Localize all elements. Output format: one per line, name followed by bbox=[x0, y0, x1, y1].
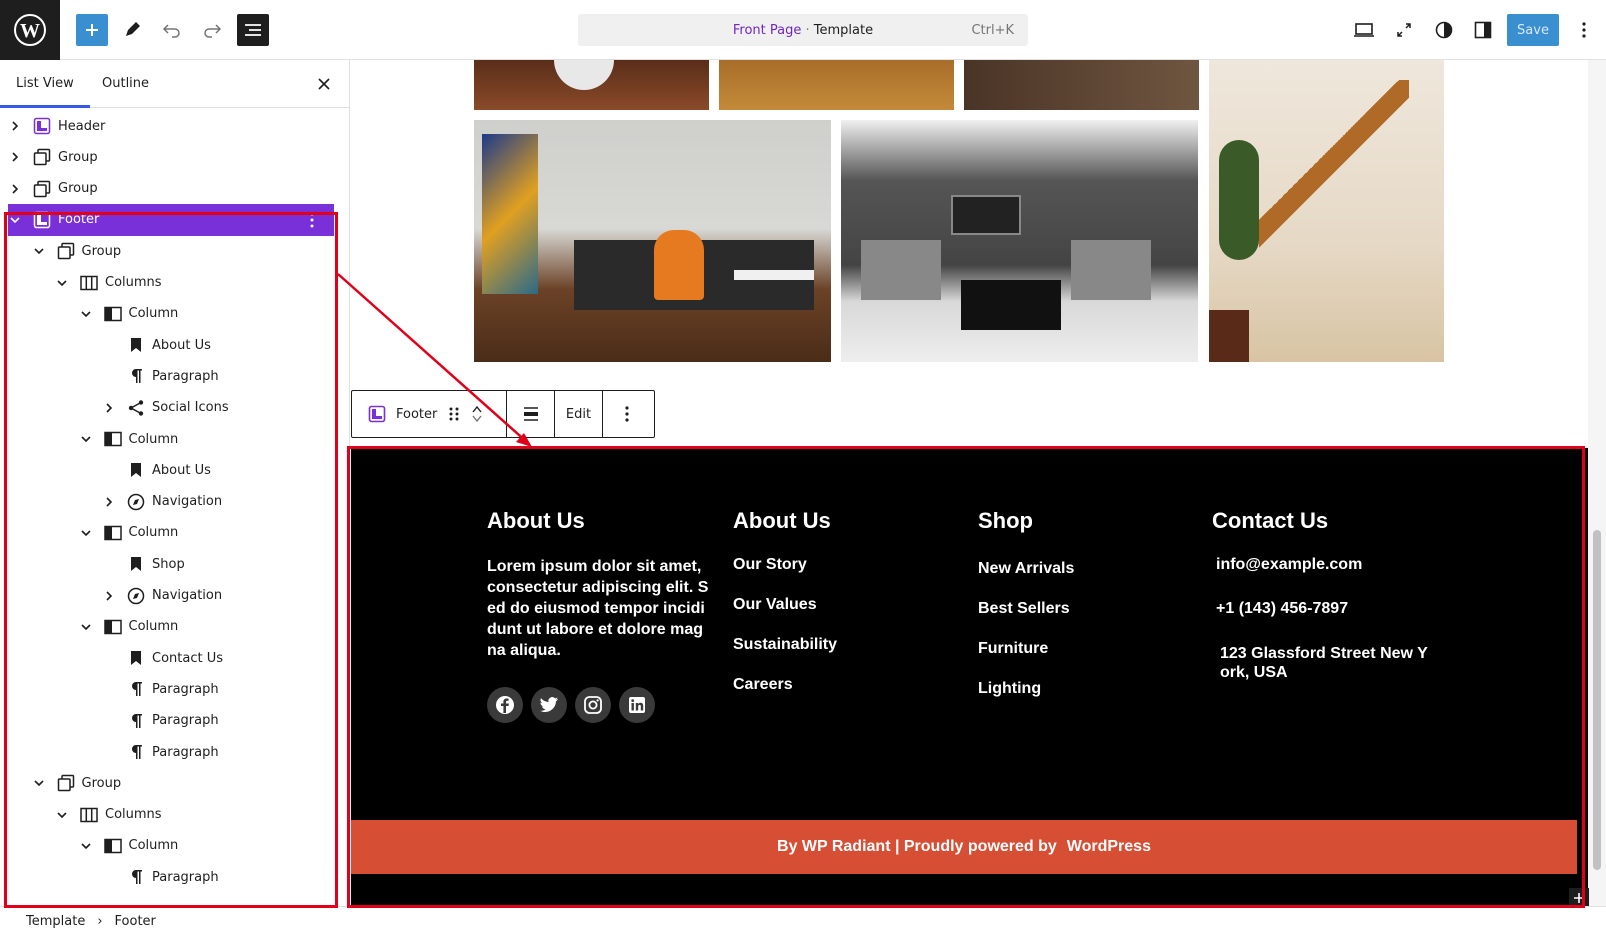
annotation-arrow bbox=[337, 273, 532, 447]
